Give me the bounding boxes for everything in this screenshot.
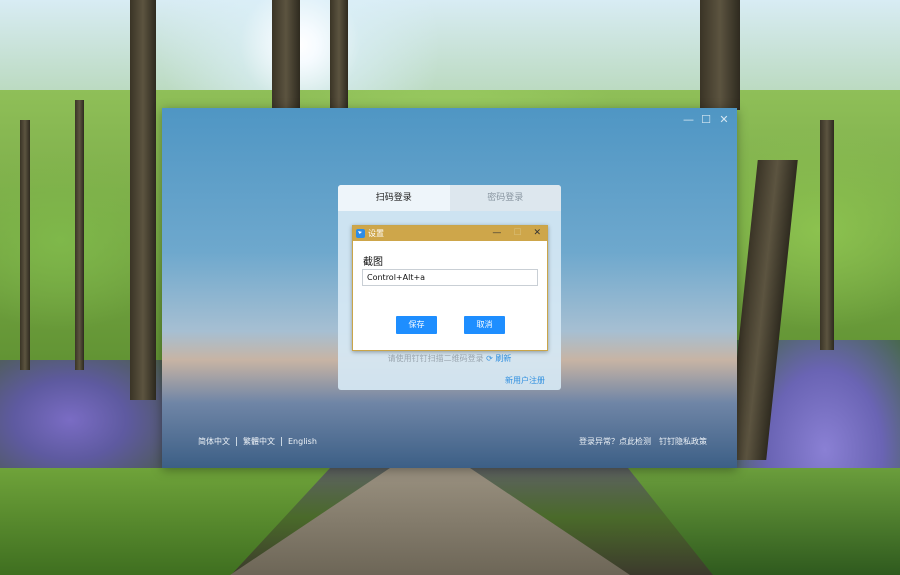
register-link[interactable]: 新用户注册 [505,375,545,386]
tree-trunk [20,120,30,370]
lang-traditional-chinese[interactable]: 繁體中文 [243,436,275,447]
settings-dialog: 设置 — ☐ ✕ 截图 Control+Alt+a 保存 取消 [352,225,548,351]
lang-english[interactable]: English [288,437,317,446]
tree-trunk [330,0,348,110]
refresh-label: 刷新 [495,354,512,363]
tab-qr-login[interactable]: 扫码登录 [338,185,450,211]
lang-simplified-chinese[interactable]: 简体中文 [198,436,230,447]
maximize-icon: ☐ [513,228,522,238]
divider [236,437,237,446]
minimize-icon[interactable]: — [683,114,694,126]
app-logo-icon [356,229,365,238]
save-button[interactable]: 保存 [396,316,437,334]
language-switcher: 简体中文 繁體中文 English [198,436,317,447]
maximize-icon[interactable]: ☐ [701,114,711,126]
minimize-icon[interactable]: — [492,226,501,241]
window-controls: — ☐ ✕ [683,114,729,126]
refresh-icon: ⟳ [486,354,493,363]
privacy-policy-link[interactable]: 钉钉隐私政策 [659,436,707,447]
tree-trunk [75,100,84,370]
login-issue-link[interactable]: 登录异常？点此检测 [579,436,651,447]
tree-trunk [700,0,740,110]
divider [281,437,282,446]
screenshot-label: 截图 [363,257,383,268]
tree-trunk [130,0,156,400]
login-tabs: 扫码登录 密码登录 [338,185,561,211]
qr-hint: 请使用钉钉扫描二维码登录 ⟳ 刷新 [338,353,561,364]
close-icon[interactable]: ✕ [719,114,729,126]
dialog-title: 设置 [368,229,384,238]
dialog-window-controls: — ☐ ✕ [492,226,541,241]
footer-links: 登录异常？点此检测 钉钉隐私政策 [579,436,707,447]
screenshot-shortcut-input[interactable]: Control+Alt+a [362,269,538,286]
refresh-link[interactable]: ⟳ 刷新 [486,354,511,363]
tree-trunk [820,120,834,350]
close-icon[interactable]: ✕ [533,226,541,241]
tab-password-login[interactable]: 密码登录 [449,185,561,211]
dialog-titlebar[interactable]: 设置 — ☐ ✕ [353,226,547,241]
tree-trunk [272,0,300,110]
wallpaper-grass-right [628,468,900,575]
qr-hint-text: 请使用钉钉扫描二维码登录 [387,354,484,363]
cancel-button[interactable]: 取消 [464,316,505,334]
